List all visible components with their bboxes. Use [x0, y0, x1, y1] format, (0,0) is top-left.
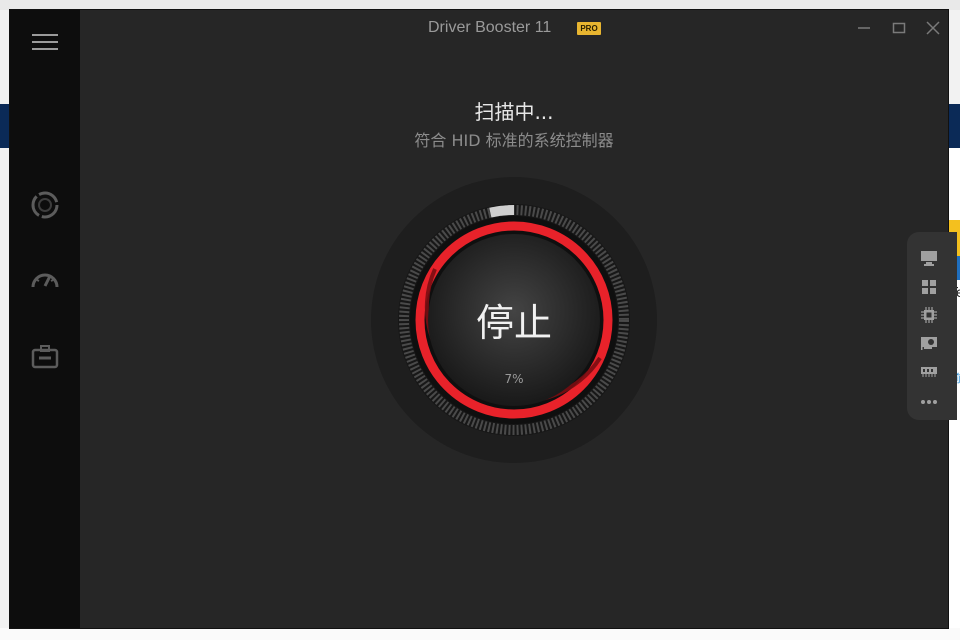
- scan-icon: [31, 191, 59, 219]
- menu-icon: [32, 34, 58, 50]
- title-bar: Driver Booster 11 PRO: [80, 10, 948, 46]
- dock-item-memory[interactable]: [919, 361, 939, 381]
- desktop-background-bar: [0, 0, 960, 10]
- sidebar: [10, 10, 80, 628]
- progress-percent: 7%: [504, 372, 524, 386]
- background-window-fragment: [948, 104, 960, 148]
- stop-button[interactable]: 停止: [370, 292, 658, 347]
- pro-badge: PRO: [577, 22, 601, 35]
- toolbox-icon: [31, 345, 59, 369]
- dock-item-graphics[interactable]: [919, 333, 939, 353]
- close-button[interactable]: [925, 20, 941, 36]
- sidebar-item-toolbox[interactable]: [25, 337, 65, 377]
- more-icon: [921, 400, 937, 404]
- windows-icon: [922, 280, 936, 294]
- sidebar-item-scan[interactable]: [25, 185, 65, 225]
- scan-status-title: 扫描中...: [474, 100, 554, 124]
- monitor-icon: [921, 251, 937, 266]
- maximize-button[interactable]: [891, 20, 907, 36]
- minimize-icon: [858, 27, 870, 29]
- menu-button[interactable]: [25, 22, 65, 62]
- speedometer-icon: [31, 273, 59, 288]
- maximize-icon: [892, 22, 906, 34]
- cpu-icon: [921, 307, 937, 323]
- minimize-button[interactable]: [856, 20, 872, 36]
- hardware-dock: [907, 232, 957, 420]
- dock-item-more[interactable]: [919, 392, 939, 412]
- close-icon: [926, 21, 940, 35]
- dock-item-windows[interactable]: [919, 277, 939, 297]
- memory-icon: [921, 367, 937, 377]
- scan-current-item: 符合 HID 标准的系统控制器: [414, 131, 614, 150]
- dock-item-monitor[interactable]: [919, 248, 939, 268]
- graphics-card-icon: [921, 337, 937, 350]
- app-title: Driver Booster 11: [428, 19, 552, 36]
- dock-item-cpu[interactable]: [919, 305, 939, 325]
- app-window: Driver Booster 11 PRO 扫描中... 符合 HID 标准的系…: [10, 10, 957, 628]
- sidebar-item-boost[interactable]: [25, 261, 65, 301]
- background-taskbar-fragment: [0, 628, 960, 640]
